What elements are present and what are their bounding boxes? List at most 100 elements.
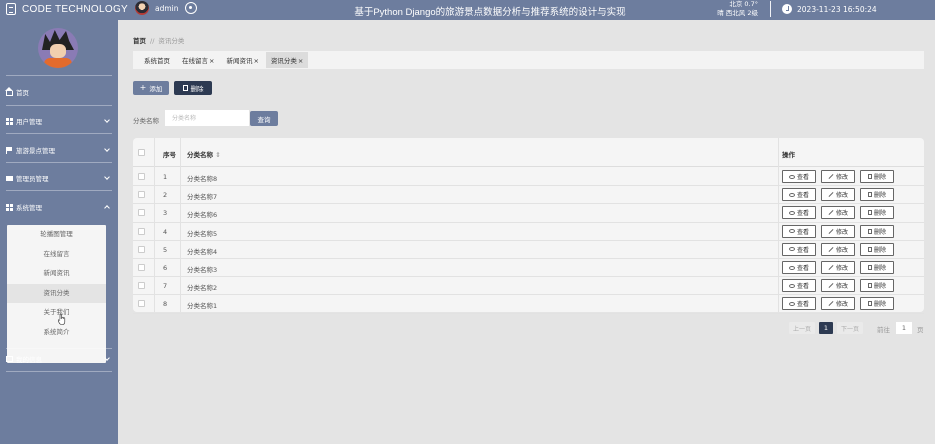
trash-icon [867, 228, 872, 234]
submenu-item-intro[interactable]: 系统简介 [7, 323, 106, 343]
view-button[interactable]: 查看 [782, 297, 816, 311]
table-row: 1 分类名称8 查看 修改 删除 [133, 168, 924, 187]
edit-button[interactable]: 修改 [821, 279, 855, 293]
trash-icon [867, 246, 872, 252]
settings-icon[interactable] [184, 2, 197, 14]
view-button[interactable]: 查看 [782, 242, 816, 256]
submenu-item-about[interactable]: 关于我们 [7, 303, 106, 323]
sidebar-item-scenic-spots[interactable]: 旅游景点管理 [6, 143, 112, 157]
breadcrumb-home[interactable]: 首页 [133, 37, 146, 45]
row-name: 分类名称1 [187, 302, 218, 311]
edit-button[interactable]: 修改 [821, 297, 855, 311]
weather: 北京 0.7° 晴 西北风 2级 [712, 0, 758, 17]
row-checkbox[interactable] [138, 264, 145, 271]
divider [6, 105, 112, 106]
row-delete-button[interactable]: 删除 [860, 261, 894, 274]
table-row: 3 分类名称6 查看 修改 删除 [133, 204, 924, 223]
goto-page-input[interactable] [896, 322, 912, 334]
search-button[interactable]: 查询 [250, 111, 278, 126]
edit-button[interactable]: 修改 [821, 261, 855, 274]
view-button[interactable]: 查看 [782, 279, 816, 293]
submenu-item-messages[interactable]: 在线留言 [7, 245, 106, 265]
edit-button[interactable]: 修改 [821, 206, 855, 220]
view-button[interactable]: 查看 [782, 170, 816, 183]
sidebar-item-home[interactable]: 首页 [5, 85, 112, 99]
edit-button-label: 修改 [835, 265, 848, 272]
edit-button[interactable]: 修改 [821, 188, 855, 202]
sort-icon[interactable]: ⇕ [215, 151, 220, 159]
submenu-item-news[interactable]: 新闻资讯 [7, 264, 106, 284]
add-button[interactable]: + 添加 [133, 81, 169, 95]
plus-icon: + [139, 83, 147, 92]
submenu-item-news-category[interactable]: 资讯分类 [7, 283, 106, 303]
search-input[interactable] [165, 110, 249, 126]
avatar[interactable] [135, 1, 149, 15]
tab-messages[interactable]: 在线留言× [177, 52, 219, 68]
clock-icon [782, 4, 792, 14]
eye-icon [788, 301, 795, 306]
table-header: 序号 分类名称 ⇕ 操作 [133, 138, 924, 167]
row-name: 分类名称2 [187, 284, 218, 293]
row-name: 分类名称6 [187, 211, 218, 220]
row-checkbox[interactable] [138, 300, 145, 308]
row-checkbox[interactable] [138, 173, 145, 180]
edit-button-label: 修改 [835, 192, 848, 200]
view-button[interactable]: 查看 [782, 188, 816, 202]
grid-icon [6, 203, 13, 211]
row-checkbox[interactable] [138, 191, 145, 199]
row-delete-button[interactable]: 删除 [860, 242, 894, 256]
delete-button-label: 删除 [873, 174, 886, 181]
sidebar-item-system[interactable]: 系统管理 [6, 200, 112, 214]
row-name: 分类名称3 [187, 266, 218, 274]
next-page-button[interactable]: 下一页 [837, 322, 863, 334]
tab-news-category[interactable]: 资讯分类× [265, 52, 309, 68]
view-button[interactable]: 查看 [782, 206, 816, 220]
edit-icon [828, 265, 834, 270]
row-checkbox[interactable] [138, 282, 145, 290]
row-index: 2 [163, 191, 168, 200]
row-delete-button[interactable]: 删除 [860, 206, 894, 220]
close-icon[interactable]: × [209, 57, 214, 65]
row-delete-button[interactable]: 删除 [860, 170, 894, 183]
sidebar-item-users[interactable]: 用户管理 [6, 114, 112, 128]
delete-button[interactable]: 删除 [174, 81, 212, 95]
table-row: 6 分类名称3 查看 修改 删除 [133, 259, 924, 278]
row-delete-button[interactable]: 删除 [860, 279, 894, 293]
view-button[interactable]: 查看 [782, 261, 816, 274]
username[interactable]: admin [155, 4, 179, 13]
tab-news[interactable]: 新闻资讯× [221, 52, 263, 68]
edit-button[interactable]: 修改 [821, 242, 855, 256]
datetime: 2023-11-23 16:50:24 [797, 4, 877, 14]
eye-icon [788, 247, 795, 252]
edit-icon [828, 228, 834, 234]
prev-page-button[interactable]: 上一页 [789, 322, 815, 334]
sidebar-item-label: 旅游景点管理 [16, 147, 55, 155]
row-checkbox[interactable] [138, 209, 145, 217]
submenu-item-carousel[interactable]: 轮播图管理 [7, 225, 106, 245]
tab-home[interactable]: 系统首页 [139, 52, 175, 68]
row-name: 分类名称5 [187, 229, 218, 238]
select-all-checkbox[interactable] [138, 149, 145, 156]
delete-button-label: 删除 [873, 246, 886, 254]
row-checkbox[interactable] [138, 245, 145, 253]
table-row: 2 分类名称7 查看 修改 删除 [133, 186, 924, 205]
row-checkbox[interactable] [138, 227, 145, 235]
row-delete-button[interactable]: 删除 [860, 224, 894, 238]
view-button-label: 查看 [796, 246, 809, 254]
close-icon[interactable]: × [298, 57, 303, 65]
edit-button[interactable]: 修改 [821, 170, 855, 183]
close-icon[interactable]: × [253, 57, 258, 65]
row-delete-button[interactable]: 删除 [860, 188, 894, 202]
sidebar-item-my-info[interactable]: 我的信息 [6, 352, 112, 366]
system-submenu: 轮播图管理 在线留言 新闻资讯 资讯分类 关于我们 系统简介 [7, 225, 106, 363]
view-button[interactable]: 查看 [782, 224, 816, 238]
flag-icon [6, 146, 13, 154]
row-delete-button[interactable]: 删除 [860, 297, 894, 311]
edit-button[interactable]: 修改 [821, 224, 855, 238]
page-number-current[interactable]: 1 [819, 322, 833, 334]
edit-icon [828, 283, 834, 289]
user-menu[interactable]: admin [135, 1, 197, 15]
sidebar-item-admins[interactable]: 管理员管理 [6, 171, 112, 185]
trash-icon [867, 192, 872, 198]
column-header-name[interactable]: 分类名称 ⇕ [187, 149, 221, 159]
